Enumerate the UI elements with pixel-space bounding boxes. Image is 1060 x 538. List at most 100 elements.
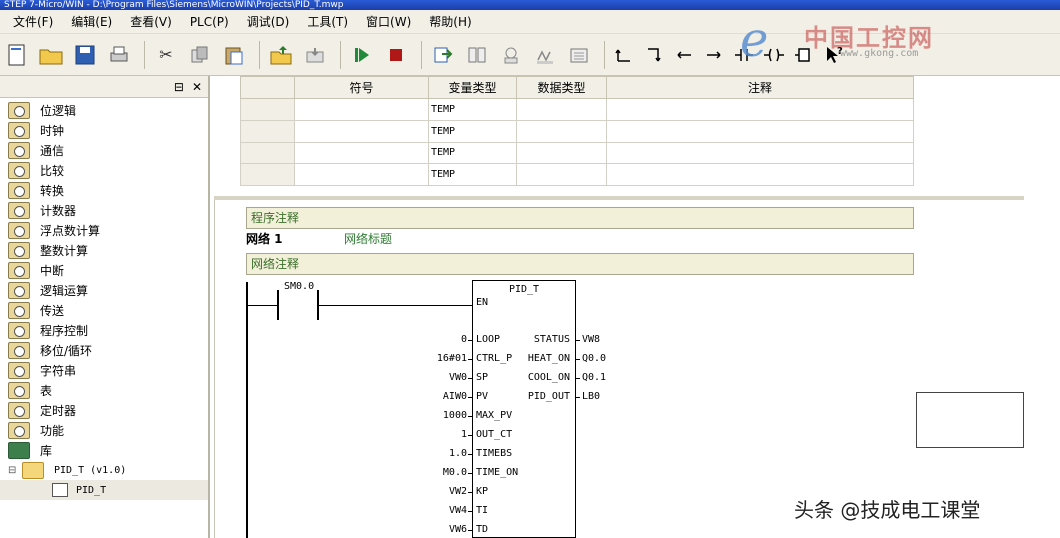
program-status-icon[interactable] — [530, 40, 560, 70]
input-operand[interactable]: 1 — [461, 429, 467, 440]
input-operand[interactable]: 1000 — [443, 410, 467, 421]
tree-item[interactable]: 逻辑运算 — [0, 280, 208, 300]
input-operand[interactable]: 16#01 — [437, 353, 467, 364]
menu-debug[interactable]: 调试(D) — [238, 10, 299, 34]
contact-left-bar[interactable] — [277, 290, 279, 320]
comment-cell[interactable] — [606, 141, 914, 165]
menu-help[interactable]: 帮助(H) — [420, 10, 480, 34]
tree-item[interactable]: 字符串 — [0, 360, 208, 380]
tree-item[interactable]: 通信 — [0, 140, 208, 160]
comment-cell[interactable] — [606, 119, 914, 143]
output-operand[interactable]: Q0.0 — [582, 353, 606, 364]
menu-window[interactable]: 窗口(W) — [357, 10, 420, 34]
var-type-cell[interactable]: TEMP — [428, 98, 517, 121]
var-type-cell[interactable]: TEMP — [428, 119, 517, 143]
data-type-cell[interactable] — [516, 98, 607, 121]
input-operand[interactable]: M0.0 — [443, 467, 467, 478]
tree-item[interactable]: 功能 — [0, 420, 208, 440]
tree-item[interactable]: 整数计算 — [0, 240, 208, 260]
collapse-icon[interactable]: ⊟ — [8, 465, 18, 476]
table-row[interactable]: TEMP — [240, 141, 914, 165]
menu-edit[interactable]: 编辑(E) — [62, 10, 121, 34]
new-file-icon[interactable] — [2, 40, 32, 70]
symbol-cell[interactable] — [294, 119, 429, 143]
run-icon[interactable] — [347, 40, 377, 70]
tree-item[interactable]: 程序控制 — [0, 320, 208, 340]
compile-all-icon[interactable] — [462, 40, 492, 70]
tree-item[interactable]: 表 — [0, 380, 208, 400]
symbol-column-header[interactable]: 符号 — [294, 76, 429, 99]
save-icon[interactable] — [70, 40, 100, 70]
table-row[interactable]: TEMP — [240, 98, 914, 121]
library-node[interactable]: ⊟ PID_T (v1.0) — [0, 460, 208, 480]
line-left-icon[interactable] — [671, 40, 697, 70]
menu-tools[interactable]: 工具(T) — [298, 10, 357, 34]
input-operand[interactable]: AIW0 — [443, 391, 467, 402]
paste-icon[interactable] — [219, 40, 249, 70]
download-icon[interactable] — [300, 40, 330, 70]
close-icon[interactable]: ✕ — [192, 80, 202, 94]
tree-item[interactable]: 位逻辑 — [0, 100, 208, 120]
menu-plc[interactable]: PLC(P) — [181, 10, 238, 34]
tree-item[interactable]: 时钟 — [0, 120, 208, 140]
var-type-cell[interactable]: TEMP — [428, 141, 517, 165]
data-type-cell[interactable] — [516, 119, 607, 143]
input-operand[interactable]: VW4 — [449, 505, 467, 516]
stop-icon[interactable] — [381, 40, 411, 70]
tree-item[interactable]: 中断 — [0, 260, 208, 280]
upload-icon[interactable] — [266, 40, 296, 70]
tree-item[interactable]: 浮点数计算 — [0, 220, 208, 240]
input-operand[interactable]: 1.0 — [449, 448, 467, 459]
tree-item[interactable]: 库 — [0, 440, 208, 460]
row-header-cell[interactable] — [240, 163, 295, 186]
open-folder-icon[interactable] — [36, 40, 66, 70]
input-operand[interactable]: 0 — [461, 334, 467, 345]
line-right-icon[interactable] — [701, 40, 727, 70]
line-up-icon[interactable] — [611, 40, 637, 70]
comment-cell[interactable] — [606, 163, 914, 186]
data-type-cell[interactable] — [516, 163, 607, 186]
symbol-cell[interactable] — [294, 141, 429, 165]
network-title[interactable]: 网络标题 — [344, 230, 392, 247]
var-type-cell[interactable]: TEMP — [428, 163, 517, 186]
pin-icon[interactable]: ⊟ — [174, 80, 184, 94]
comment-column-header[interactable]: 注释 — [606, 76, 914, 99]
menu-file[interactable]: 文件(F) — [4, 10, 62, 34]
row-header-cell[interactable] — [240, 98, 295, 121]
copy-icon[interactable] — [185, 40, 215, 70]
symbol-cell[interactable] — [294, 163, 429, 186]
data-type-column-header[interactable]: 数据类型 — [516, 76, 607, 99]
tree-item[interactable]: 转换 — [0, 180, 208, 200]
tree-item[interactable]: 比较 — [0, 160, 208, 180]
print-icon[interactable] — [104, 40, 134, 70]
output-operand[interactable]: Q0.1 — [582, 372, 606, 383]
line-down-icon[interactable] — [641, 40, 667, 70]
var-type-column-header[interactable]: 变量类型 — [428, 76, 517, 99]
cut-icon[interactable]: ✂ — [151, 40, 181, 70]
pid-function-block[interactable]: PID_T — [472, 280, 576, 538]
compile-icon[interactable] — [428, 40, 458, 70]
data-view-icon[interactable] — [564, 40, 594, 70]
status-chart-icon[interactable] — [496, 40, 526, 70]
input-operand[interactable]: VW0 — [449, 372, 467, 383]
output-operand[interactable]: VW8 — [582, 334, 600, 345]
program-editor[interactable] — [214, 200, 1024, 538]
table-row[interactable]: TEMP — [240, 163, 914, 186]
tree-item[interactable]: 移位/循环 — [0, 340, 208, 360]
comment-cell[interactable] — [606, 98, 914, 121]
tree-item[interactable]: 传送 — [0, 300, 208, 320]
network-comment[interactable]: 网络注释 — [246, 253, 914, 275]
program-comment[interactable]: 程序注释 — [246, 207, 914, 229]
tree-item[interactable]: 定时器 — [0, 400, 208, 420]
data-type-cell[interactable] — [516, 141, 607, 165]
input-operand[interactable]: VW2 — [449, 486, 467, 497]
tree-item[interactable]: 计数器 — [0, 200, 208, 220]
contact-address[interactable]: SM0.0 — [284, 281, 314, 292]
output-operand[interactable]: LB0 — [582, 391, 600, 402]
input-operand[interactable]: VW6 — [449, 524, 467, 535]
table-row[interactable]: TEMP — [240, 119, 914, 143]
library-subroutine[interactable]: PID_T — [0, 480, 208, 500]
row-header-cell[interactable] — [240, 119, 295, 143]
symbol-cell[interactable] — [294, 98, 429, 121]
menu-view[interactable]: 查看(V) — [121, 10, 181, 34]
